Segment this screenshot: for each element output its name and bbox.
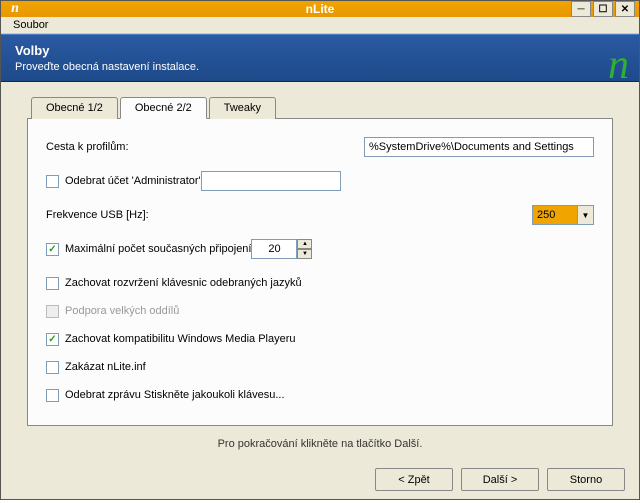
window-title: nLite — [1, 2, 639, 16]
wmp-compat-checkbox[interactable]: ✓ Zachovat kompatibilitu Windows Media P… — [46, 333, 296, 346]
next-button[interactable]: Další > — [461, 468, 539, 491]
page-subtitle: Proveďte obecná nastavení instalace. — [15, 61, 199, 73]
max-conn-checkbox[interactable]: ✓ Maximální počet současných připojení — [46, 243, 251, 256]
spinner-down-icon[interactable]: ▼ — [297, 249, 312, 259]
content-area: Obecné 1/2 Obecné 2/2 Tweaky Cesta k pro… — [1, 82, 639, 460]
back-button[interactable]: < Zpět — [375, 468, 453, 491]
disable-nlite-inf-checkbox[interactable]: Zakázat nLite.inf — [46, 361, 146, 374]
tab-general-2[interactable]: Obecné 2/2 — [120, 97, 207, 119]
close-button[interactable]: ✕ — [615, 1, 635, 17]
page-title: Volby — [15, 43, 199, 58]
usb-freq-label: Frekvence USB [Hz]: — [46, 209, 532, 221]
menubar: Soubor — [1, 17, 639, 34]
large-partition-label: Podpora velkých oddílů — [65, 305, 179, 317]
tab-general-1[interactable]: Obecné 1/2 — [31, 97, 118, 119]
app-window: n nLite ─ ☐ ✕ Soubor Volby Proveďte obec… — [0, 0, 640, 500]
checkbox-icon: ✓ — [46, 333, 59, 346]
menu-file[interactable]: Soubor — [7, 17, 54, 33]
max-conn-input[interactable] — [251, 239, 297, 259]
tab-panel: Cesta k profilům: Odebrat účet 'Administ… — [27, 118, 613, 426]
remove-press-key-checkbox[interactable]: Odebrat zprávu Stiskněte jakoukoli kláve… — [46, 389, 285, 402]
keep-keyboard-checkbox[interactable]: Zachovat rozvržení klávesnic odebraných … — [46, 277, 302, 290]
cancel-button[interactable]: Storno — [547, 468, 625, 491]
wmp-compat-label: Zachovat kompatibilitu Windows Media Pla… — [65, 333, 296, 345]
maximize-button[interactable]: ☐ — [593, 1, 613, 17]
chevron-down-icon[interactable]: ▼ — [578, 205, 594, 225]
spinner-up-icon[interactable]: ▲ — [297, 239, 312, 249]
remove-press-key-label: Odebrat zprávu Stiskněte jakoukoli kláve… — [65, 389, 285, 401]
checkbox-icon — [46, 361, 59, 374]
footer-hint: Pro pokračování klikněte na tlačítko Dal… — [27, 426, 613, 460]
wizard-buttons: < Zpět Další > Storno — [1, 460, 639, 503]
usb-freq-value: 250 — [532, 205, 578, 225]
max-conn-label: Maximální počet současných připojení — [65, 243, 251, 255]
remove-admin-label: Odebrat účet 'Administrator' — [65, 175, 201, 187]
max-conn-spinner[interactable]: ▲ ▼ — [251, 239, 312, 259]
checkbox-icon — [46, 175, 59, 188]
disable-nlite-inf-label: Zakázat nLite.inf — [65, 361, 146, 373]
keep-keyboard-label: Zachovat rozvržení klávesnic odebraných … — [65, 277, 302, 289]
nlite-logo-icon: n — [608, 41, 629, 89]
profile-path-label: Cesta k profilům: — [46, 141, 364, 153]
large-partition-checkbox: Podpora velkých oddílů — [46, 305, 179, 318]
tab-tweaks[interactable]: Tweaky — [209, 97, 276, 119]
tab-strip: Obecné 1/2 Obecné 2/2 Tweaky — [31, 97, 613, 119]
checkbox-icon — [46, 389, 59, 402]
page-header: Volby Proveďte obecná nastavení instalac… — [1, 34, 639, 82]
checkbox-icon — [46, 305, 59, 318]
checkbox-icon: ✓ — [46, 243, 59, 256]
profile-path-input[interactable] — [364, 137, 594, 157]
checkbox-icon — [46, 277, 59, 290]
remove-admin-checkbox[interactable]: Odebrat účet 'Administrator' — [46, 175, 201, 188]
titlebar: n nLite ─ ☐ ✕ — [1, 1, 639, 17]
usb-freq-select[interactable]: 250 ▼ — [532, 205, 594, 225]
minimize-button[interactable]: ─ — [571, 1, 591, 17]
remove-admin-input[interactable] — [201, 171, 341, 191]
